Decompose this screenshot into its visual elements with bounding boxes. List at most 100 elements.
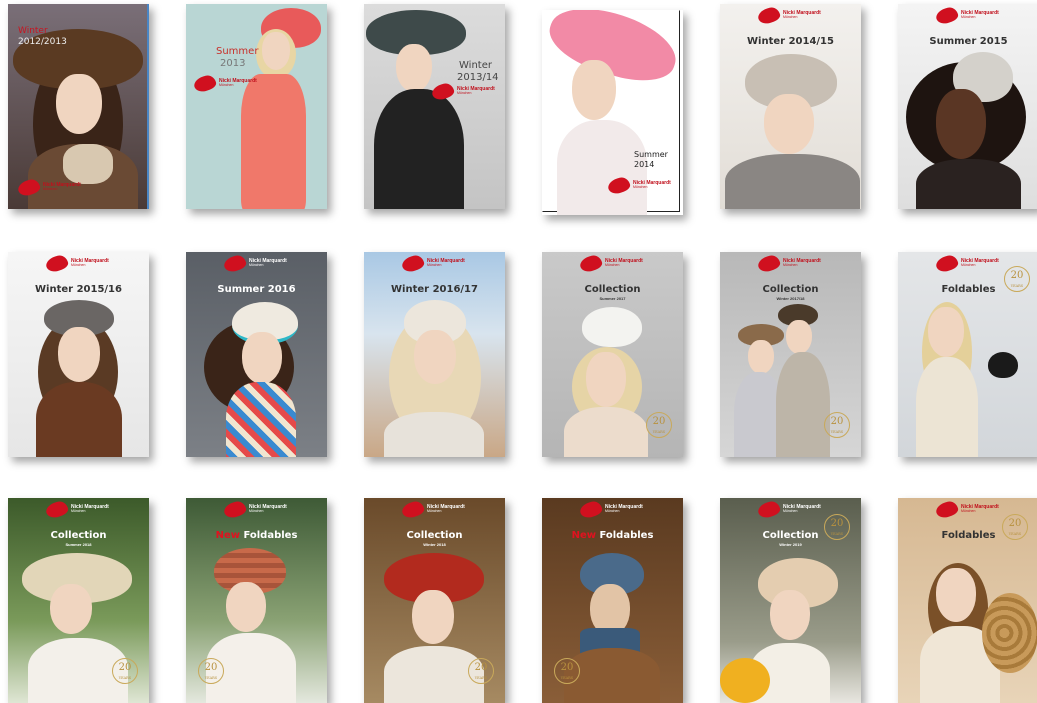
cover-title: Collection xyxy=(584,284,641,295)
rose-petal-icon xyxy=(192,73,218,94)
cover-title: New Foldables xyxy=(542,530,683,541)
brand-logo: Nicki Marquardt München xyxy=(756,499,821,520)
brand-city: München xyxy=(605,509,620,514)
catalog-cover-collection-winter-2018[interactable]: Nicki Marquardt München Collection Winter… xyxy=(364,498,505,703)
20-years-badge: 20 YEARS xyxy=(1002,514,1028,540)
rose-petal-icon xyxy=(606,175,632,196)
cover-subtitle: Winter 2018 xyxy=(423,542,446,547)
brand-logo: Nicki Marquardt München xyxy=(192,73,257,94)
catalog-cover-winter-2015-16[interactable]: Nicki Marquardt München Winter 2015/16 xyxy=(8,252,149,457)
badge-word: YEARS xyxy=(1008,532,1022,536)
20-years-badge: 20 YEARS xyxy=(554,658,580,684)
catalog-cover-summer-2015[interactable]: Nicki Marquardt München Summer 2015 xyxy=(898,4,1037,209)
badge-word: YEARS xyxy=(830,532,844,536)
badge-number: 20 xyxy=(118,662,132,673)
catalog-grid: Winter 2012/2013 Nicki Marquardt München … xyxy=(0,0,1037,703)
cover-title: Summer 2016 xyxy=(217,284,296,295)
brand-logo: Nicki Marquardt München xyxy=(934,253,999,274)
badge-number: 20 xyxy=(830,416,844,427)
badge-word: YEARS xyxy=(118,676,132,680)
brand-city: München xyxy=(249,509,264,514)
rose-petal-icon xyxy=(934,253,960,274)
rose-petal-icon xyxy=(578,253,604,274)
rose-petal-icon xyxy=(756,499,782,520)
brand-city: München xyxy=(43,187,58,192)
badge-word: YEARS xyxy=(474,676,488,680)
brand-logo: Nicki Marquardt München xyxy=(578,253,643,274)
brand-logo: Nicki Marquardt München xyxy=(430,81,495,102)
catalog-cover-collection-summer-2017[interactable]: Nicki Marquardt München Collection Summer… xyxy=(542,252,683,457)
catalog-cover-new-foldables-2[interactable]: Nicki Marquardt München New Foldables 20 Y… xyxy=(542,498,683,703)
badge-number: 20 xyxy=(474,662,488,673)
spiral-straw-hat-icon xyxy=(982,593,1037,673)
catalog-cover-summer-2016[interactable]: Nicki Marquardt München Summer 2016 xyxy=(186,252,327,457)
brand-city: München xyxy=(961,509,976,514)
catalog-cover-winter-2013-14[interactable]: Winter 2013/14 Nicki Marquardt München xyxy=(364,4,505,209)
catalog-cover-collection-winter-2019[interactable]: Nicki Marquardt München Collection Winter… xyxy=(720,498,861,703)
brand-logo: Nicki Marquardt München xyxy=(756,5,821,26)
20-years-badge: 20 YEARS xyxy=(1004,266,1030,292)
rose-petal-icon xyxy=(934,5,960,26)
brand-logo: Nicki Marquardt München xyxy=(934,499,999,520)
brand-logo: Nicki Marquardt München xyxy=(756,253,821,274)
rose-petal-icon xyxy=(430,81,456,102)
catalog-cover-foldables-1[interactable]: Nicki Marquardt München Foldables 20 YEARS xyxy=(898,252,1037,457)
catalog-cover-foldables-2[interactable]: Nicki Marquardt München Foldables 20 YEARS xyxy=(898,498,1037,703)
brand-logo: Nicki Marquardt München xyxy=(16,177,81,198)
rose-petal-icon xyxy=(16,177,42,198)
cover-title: Collection xyxy=(762,284,819,295)
brand-city: München xyxy=(71,263,86,268)
cover-title: Winter 2015/16 xyxy=(35,284,122,295)
rose-petal-icon xyxy=(222,499,248,520)
catalog-cover-new-foldables-1[interactable]: Nicki Marquardt München New Foldables 20 Y… xyxy=(186,498,327,703)
cover-title: Collection xyxy=(406,530,463,541)
rolled-hat-icon xyxy=(988,352,1018,378)
brand-logo: Nicki Marquardt München xyxy=(578,499,643,520)
brand-city: München xyxy=(783,263,798,268)
cover-title: Winter xyxy=(18,26,48,36)
brand-city: München xyxy=(249,263,264,268)
badge-number: 20 xyxy=(1008,518,1022,529)
20-years-badge: 20 YEARS xyxy=(468,658,494,684)
catalog-cover-winter-2016-17[interactable]: Nicki Marquardt München Winter 2016/17 xyxy=(364,252,505,457)
20-years-badge: 20 YEARS xyxy=(824,514,850,540)
brand-city: München xyxy=(783,509,798,514)
catalog-cover-winter-2012-2013[interactable]: Winter 2012/2013 Nicki Marquardt München xyxy=(8,4,149,209)
brand-logo: Nicki Marquardt München xyxy=(934,5,999,26)
brand-city: München xyxy=(457,91,472,96)
brand-city: München xyxy=(783,15,798,20)
brand-city: München xyxy=(427,509,442,514)
catalog-cover-summer-2014[interactable]: Summer 2014 Nicki Marquardt München xyxy=(542,10,683,215)
badge-word: YEARS xyxy=(652,430,666,434)
cover-title: Summer 2015 xyxy=(929,36,1008,47)
cover-subtitle: Winter 2019 xyxy=(779,542,802,547)
brand-city: München xyxy=(71,509,86,514)
rose-petal-icon xyxy=(756,253,782,274)
20-years-badge: 20 YEARS xyxy=(112,658,138,684)
cover-subtitle: 2013/14 xyxy=(457,72,499,83)
brand-logo: Nicki Marquardt München xyxy=(400,253,465,274)
catalog-cover-winter-2014-15[interactable]: Nicki Marquardt München Winter 2014/15 xyxy=(720,4,861,209)
cover-title: Collection xyxy=(50,530,107,541)
brand-city: München xyxy=(605,263,620,268)
badge-number: 20 xyxy=(830,518,844,529)
cover-title: New Foldables xyxy=(186,530,327,541)
cover-subtitle: Summer 2018 xyxy=(65,542,92,547)
rose-petal-icon xyxy=(44,499,70,520)
rose-petal-icon xyxy=(44,253,70,274)
rose-petal-icon xyxy=(578,499,604,520)
brand-city: München xyxy=(219,83,234,88)
rose-petal-icon xyxy=(756,5,782,26)
rose-petal-icon xyxy=(222,253,248,274)
brand-city: München xyxy=(961,263,976,268)
cover-title: Summer xyxy=(216,46,259,57)
cover-title: Summer xyxy=(634,150,668,159)
badge-word: YEARS xyxy=(830,430,844,434)
cover-title-text: Foldables xyxy=(243,530,298,541)
rose-petal-icon xyxy=(400,253,426,274)
catalog-cover-collection-winter-2017-18[interactable]: Nicki Marquardt München Collection Winter… xyxy=(720,252,861,457)
20-years-badge: 20 YEARS xyxy=(198,658,224,684)
catalog-cover-summer-2013[interactable]: Summer 2013 Nicki Marquardt München xyxy=(186,4,327,209)
cover-title: Winter 2014/15 xyxy=(747,36,834,47)
catalog-cover-collection-summer-2018[interactable]: Nicki Marquardt München Collection Summer… xyxy=(8,498,149,703)
